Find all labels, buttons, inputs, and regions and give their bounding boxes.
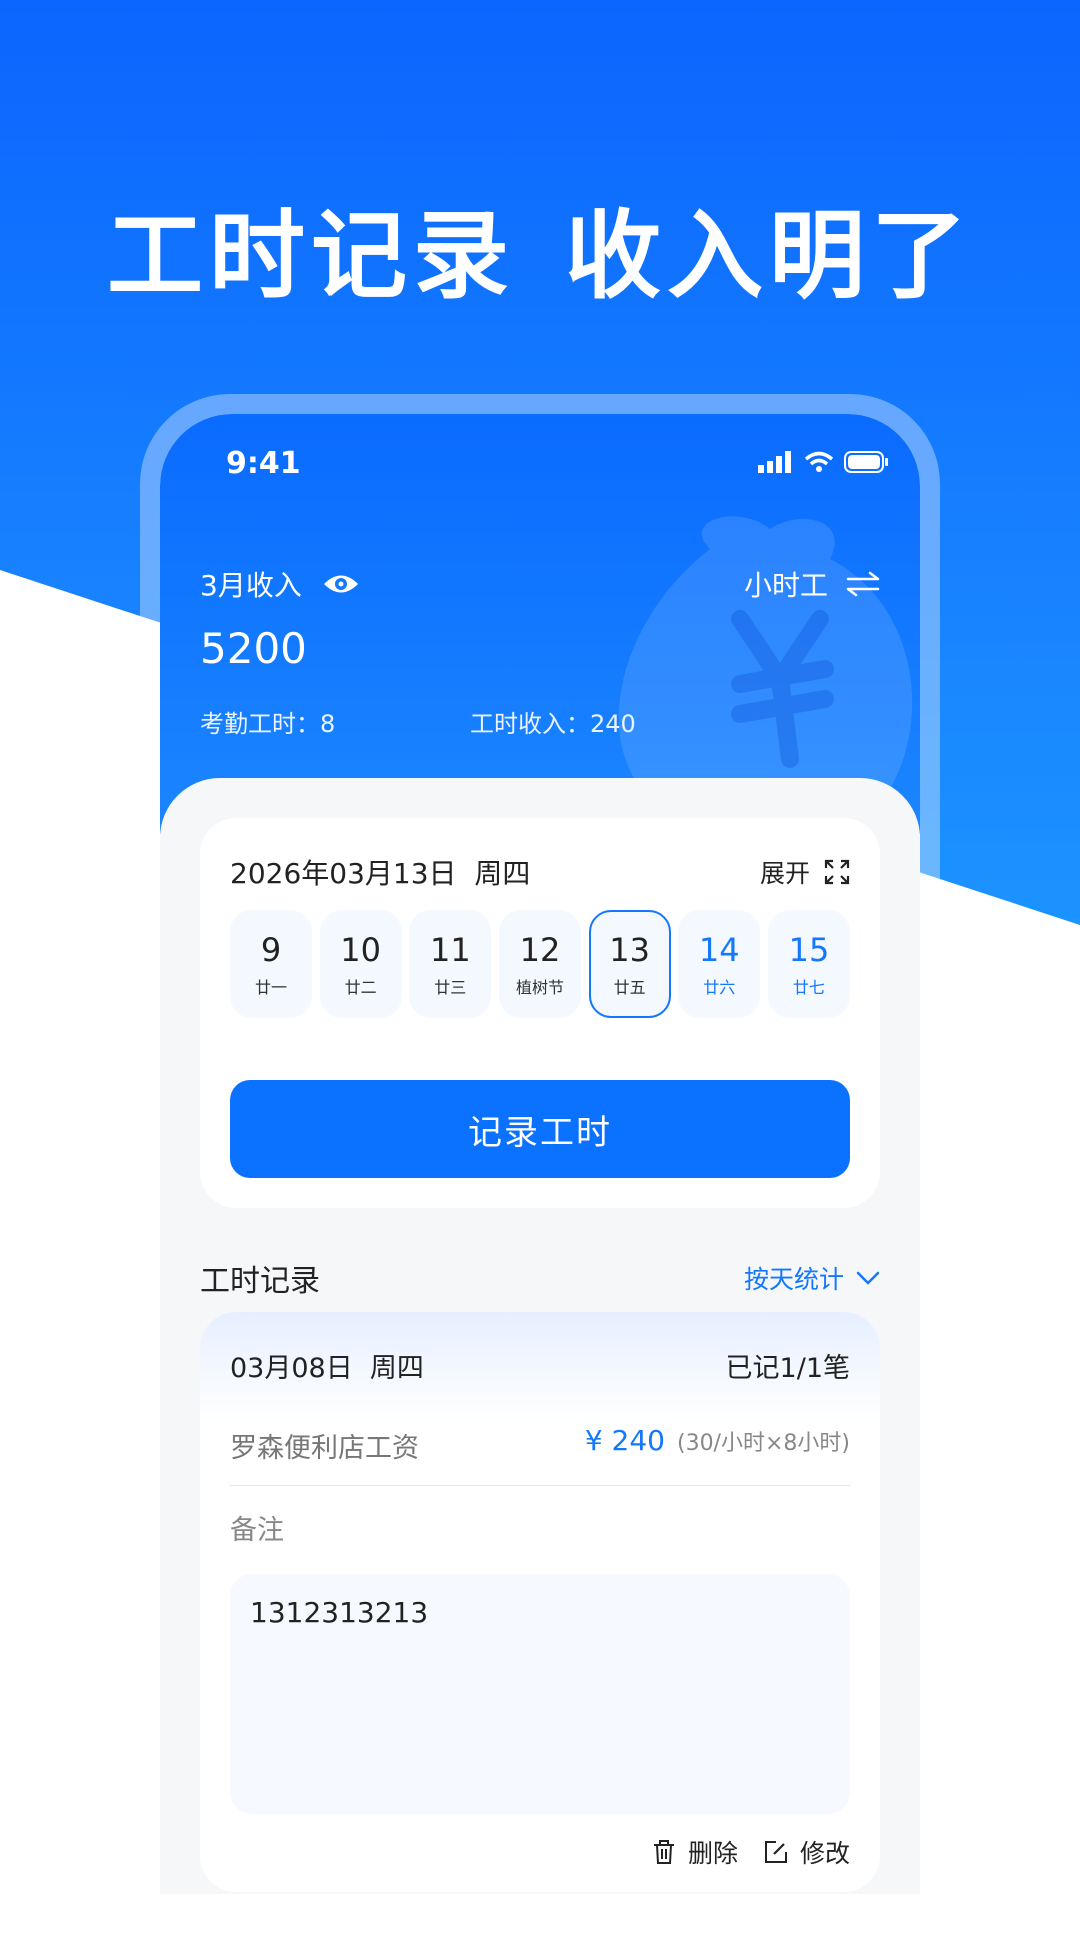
trash-icon <box>653 1840 674 1864</box>
header-stats: 考勤工时：8 工时收入：240 <box>200 704 636 739</box>
calendar-expand-button[interactable]: 展开 <box>760 854 850 890</box>
calendar-current-date: 2026年03月13日 周四 <box>230 857 531 890</box>
mode-switch[interactable]: 小时工 <box>744 564 880 604</box>
delete-button[interactable]: 删除 <box>652 1834 738 1870</box>
calendar-day[interactable]: 14 廿六 <box>678 910 761 1018</box>
note-field[interactable]: 1312313213 <box>230 1574 850 1814</box>
calendar-day[interactable]: 11 廿三 <box>409 910 492 1018</box>
calendar-days-strip: 9 廿一 10 廿二 11 廿三 12 植树节 13 廿五 14 廿六 15 廿七 <box>230 910 850 1018</box>
battery-icon <box>844 451 888 473</box>
attendance-hours: 考勤工时：8 <box>200 710 336 738</box>
record-hours-button[interactable]: 记录工时 <box>230 1080 850 1178</box>
calendar-day[interactable]: 9 廿一 <box>230 910 312 1018</box>
phone-screen: 9:41 3月收入 小时工 5200 考勤工时：8 工时收入：240 2026年… <box>160 414 920 1894</box>
total-income: 5200 <box>200 624 307 673</box>
record-amount-detail: (30/小时×8小时) <box>676 1431 850 1456</box>
edit-label: 修改 <box>799 1839 850 1868</box>
eye-icon[interactable] <box>322 571 360 597</box>
month-income-label: 3月收入 <box>200 569 302 602</box>
divider <box>230 1485 850 1486</box>
mode-label: 小时工 <box>743 569 828 602</box>
records-section-title: 工时记录 <box>200 1264 320 1299</box>
record-amount-value: ¥ 240 <box>584 1424 665 1457</box>
income-header: 9:41 3月收入 小时工 5200 考勤工时：8 工时收入：240 <box>160 414 920 834</box>
calendar-day[interactable]: 10 廿二 <box>319 910 402 1018</box>
status-bar: 9:41 <box>160 442 920 492</box>
record-job-name: 罗森便利店工资 <box>230 1433 419 1464</box>
hourly-income: 工时收入：240 <box>470 710 636 738</box>
wifi-icon <box>804 451 834 472</box>
promo-title-part1: 工时记录 <box>107 200 515 312</box>
filter-label: 按天统计 <box>743 1265 844 1294</box>
expand-label: 展开 <box>759 859 810 888</box>
swap-icon <box>846 571 880 597</box>
calendar-day[interactable]: 15 廿七 <box>767 910 850 1018</box>
month-income: 3月收入 <box>200 564 360 604</box>
delete-label: 删除 <box>687 1839 738 1868</box>
signal-icon <box>758 451 791 473</box>
calendar-day[interactable]: 12 植树节 <box>498 910 581 1018</box>
chevron-down-icon <box>856 1271 880 1285</box>
record-count: 已记1/1笔 <box>725 1353 850 1384</box>
calendar-card: 2026年03月13日 周四 展开 9 廿一 10 廿二 11 廿三 12 植树节 13… <box>200 818 880 1208</box>
record-amount: ¥ 240 (30/小时×8小时) <box>585 1424 850 1457</box>
status-time: 9:41 <box>226 446 301 481</box>
record-actions: 删除 修改 <box>652 1834 850 1870</box>
record-date: 03月08日 周四 <box>230 1353 424 1384</box>
edit-icon <box>764 1841 787 1863</box>
content-sheet: 2026年03月13日 周四 展开 9 廿一 10 廿二 11 廿三 12 植树节 13… <box>160 778 920 1894</box>
calendar-day-selected[interactable]: 13 廿五 <box>588 910 671 1018</box>
edit-button[interactable]: 修改 <box>764 1834 850 1870</box>
record-card: 03月08日 周四 已记1/1笔 罗森便利店工资 ¥ 240 (30/小时×8小… <box>200 1312 880 1892</box>
promo-title: 工时记录 收入明了 <box>0 178 1080 317</box>
expand-icon <box>824 859 850 885</box>
note-label: 备注 <box>230 1515 284 1546</box>
promo-title-part2: 收入明了 <box>565 200 973 312</box>
records-filter-dropdown[interactable]: 按天统计 <box>744 1260 880 1296</box>
